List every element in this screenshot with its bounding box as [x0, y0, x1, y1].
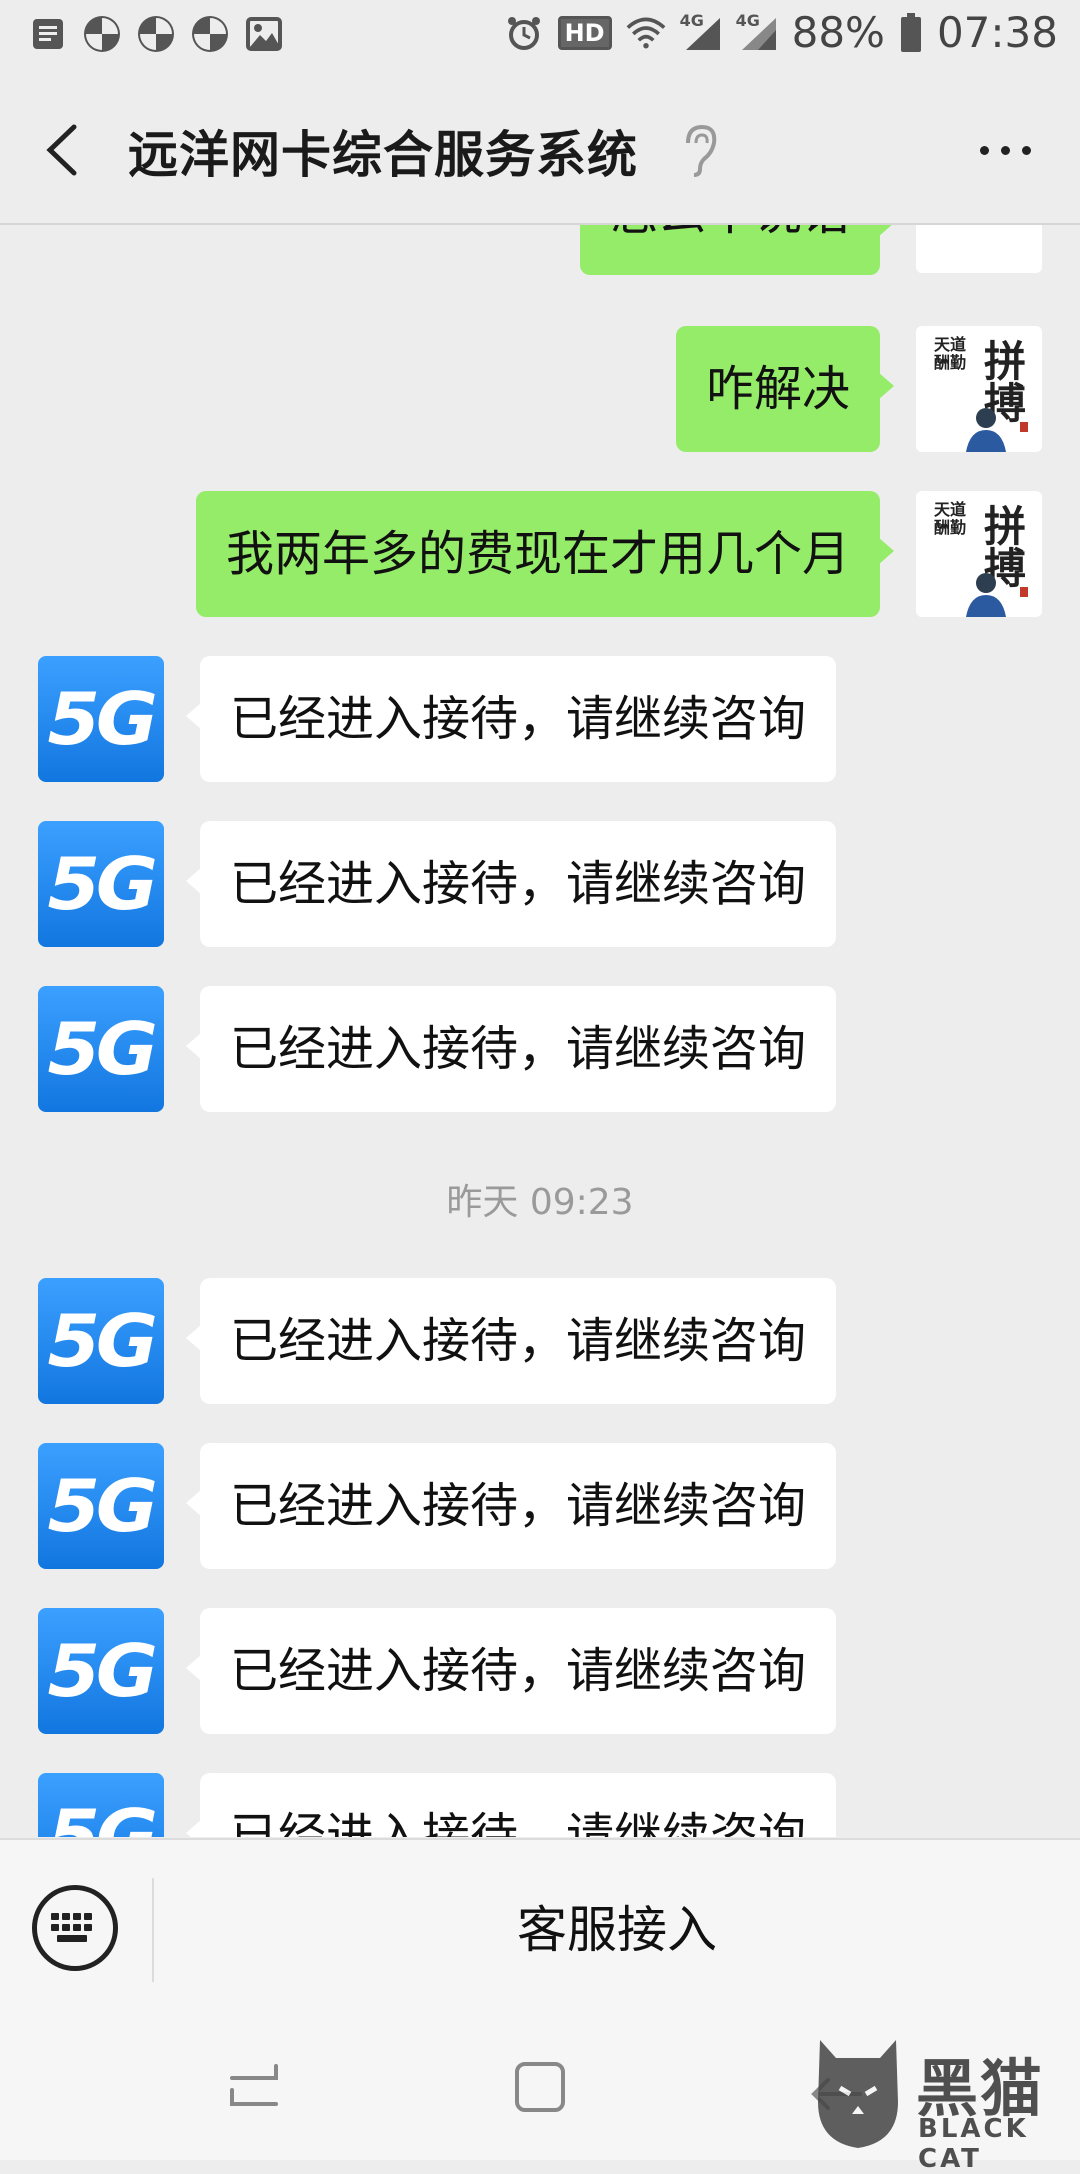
message-notification-icon	[28, 14, 68, 54]
more-dot	[1021, 145, 1031, 155]
blackcat-watermark: 黑猫 BLACK CAT	[806, 2032, 1074, 2174]
seal-mark	[1020, 422, 1028, 432]
clock: 07:38	[936, 8, 1058, 57]
message-row-outgoing: 怎么不说话 搏	[0, 225, 1080, 289]
incoming-bubble[interactable]: 已经进入接待，请继续咨询	[185, 1443, 837, 1569]
incoming-bubble[interactable]: 已经进入接待，请继续咨询	[185, 821, 837, 947]
calligraphy-mark: 天道 酬勤	[934, 500, 967, 537]
seal-mark	[1020, 587, 1028, 597]
message-row-incoming: 5G 已经进入接待，请继续咨询	[0, 1443, 1080, 1569]
incoming-bubble[interactable]: 已经进入接待，请继续咨询	[185, 1278, 837, 1404]
notification-icons	[28, 14, 284, 54]
more-dot	[1000, 145, 1010, 155]
5g-logo: 5G	[47, 1464, 158, 1548]
battery-percent: 88%	[791, 8, 885, 57]
incoming-bubble[interactable]: 已经进入接待，请继续咨询	[185, 656, 837, 782]
5g-logo: 5G	[47, 1629, 158, 1713]
more-dot	[979, 145, 989, 155]
figure-icon	[966, 408, 1006, 452]
signal-icon: 4G	[679, 10, 722, 53]
back-button[interactable]	[38, 115, 88, 185]
message-row-incoming: 5G 已经进入接待，请继续咨询	[0, 1773, 1080, 1837]
outgoing-bubble[interactable]: 怎么不说话	[579, 225, 895, 275]
network-type-label: 4G	[679, 10, 704, 30]
message-list[interactable]: 怎么不说话 搏 咋解决 拼 搏 天道酬勤 我两年多的费现在才用几个月 拼 搏 天…	[0, 225, 1080, 1837]
message-row-incoming: 5G 已经进入接待，请继续咨询	[0, 821, 1080, 947]
calligraphy-mark: 天道 酬勤	[934, 335, 967, 372]
home-button[interactable]	[505, 2058, 575, 2118]
service-avatar[interactable]: 5G	[38, 656, 164, 782]
service-avatar[interactable]: 5G	[38, 1608, 164, 1734]
service-avatar[interactable]: 5G	[38, 1773, 164, 1837]
recent-apps-icon	[230, 2064, 278, 2106]
user-avatar[interactable]: 搏	[916, 225, 1042, 273]
service-avatar[interactable]: 5G	[38, 1443, 164, 1569]
chevron-left-icon	[46, 124, 77, 176]
keyboard-toggle-button[interactable]	[32, 1885, 118, 1971]
customer-service-button[interactable]: 客服接入	[154, 1840, 1080, 2020]
chat-title: 远洋网卡综合服务系统	[128, 126, 638, 184]
5g-logo: 5G	[47, 842, 158, 926]
incoming-bubble[interactable]: 已经进入接待，请继续咨询	[185, 986, 837, 1112]
message-row-incoming: 5G 已经进入接待，请继续咨询	[0, 1278, 1080, 1404]
5g-logo: 5G	[47, 1794, 158, 1837]
service-avatar[interactable]: 5G	[38, 821, 164, 947]
message-row-outgoing: 咋解决 拼 搏 天道 酬勤	[0, 326, 1080, 452]
hd-voice-badge: HD	[557, 15, 612, 50]
battery-icon	[899, 12, 923, 53]
watermark-en: BLACK CAT	[918, 2114, 1029, 2174]
network-type-label: 4G	[735, 10, 760, 30]
status-bar: HD 4G 4G 88% 07:38	[0, 0, 1080, 75]
chat-header: 远洋网卡综合服务系统	[0, 75, 1080, 225]
app-notification-icon	[190, 14, 230, 54]
message-row-outgoing: 我两年多的费现在才用几个月 拼 搏 天道 酬勤	[0, 491, 1080, 617]
cat-logo-icon	[818, 2040, 898, 2148]
message-row-incoming: 5G 已经进入接待，请继续咨询	[0, 986, 1080, 1112]
service-avatar[interactable]: 5G	[38, 1278, 164, 1404]
recent-apps-button[interactable]	[218, 2058, 288, 2118]
alarm-icon	[504, 13, 544, 53]
message-row-incoming: 5G 已经进入接待，请继续咨询	[0, 656, 1080, 782]
5g-logo: 5G	[47, 1299, 158, 1383]
5g-logo: 5G	[47, 1007, 158, 1091]
user-avatar[interactable]: 拼 搏 天道 酬勤	[916, 326, 1042, 452]
message-timestamp: 昨天 09:23	[446, 1182, 634, 1223]
5g-logo: 5G	[47, 677, 158, 761]
user-avatar[interactable]: 拼 搏 天道 酬勤	[916, 491, 1042, 617]
navigation-bar: 黑猫 BLACK CAT	[0, 2018, 1080, 2174]
home-icon	[515, 2062, 565, 2112]
service-avatar[interactable]: 5G	[38, 986, 164, 1112]
app-notification-icon	[136, 14, 176, 54]
outgoing-bubble[interactable]: 咋解决	[675, 326, 895, 452]
earpiece-mode-icon	[680, 123, 720, 179]
input-bar: 客服接入	[0, 1838, 1080, 2020]
image-notification-icon	[244, 14, 284, 54]
outgoing-bubble[interactable]: 我两年多的费现在才用几个月	[195, 491, 895, 617]
keyboard-icon	[51, 1913, 92, 1942]
system-icons: HD 4G 4G 88% 07:38	[504, 8, 1058, 57]
app-notification-icon	[82, 14, 122, 54]
figure-icon	[966, 573, 1006, 617]
wifi-icon	[626, 13, 666, 53]
incoming-bubble[interactable]: 已经进入接待，请继续咨询	[185, 1773, 837, 1837]
signal-icon: 4G	[735, 10, 778, 53]
incoming-bubble[interactable]: 已经进入接待，请继续咨询	[185, 1608, 837, 1734]
message-row-incoming: 5G 已经进入接待，请继续咨询	[0, 1608, 1080, 1734]
more-options-button[interactable]	[970, 130, 1040, 170]
